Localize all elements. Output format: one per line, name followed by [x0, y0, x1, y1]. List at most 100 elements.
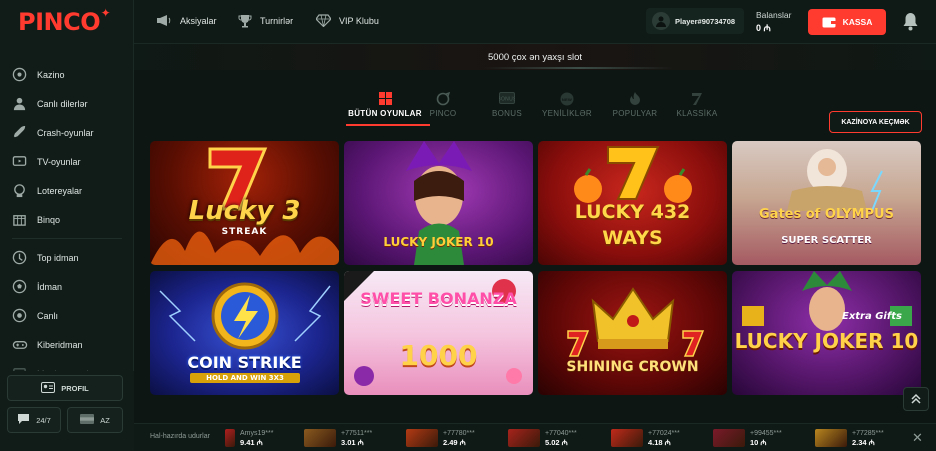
game-artwork — [567, 287, 705, 357]
winner-item[interactable]: +99455*** 10 ₼ — [713, 427, 782, 449]
game-tile-lucky-432-ways[interactable]: LUCKY 432 WAYS — [538, 141, 727, 265]
winner-user: +77285*** — [852, 430, 884, 437]
language-label: AZ — [100, 415, 110, 425]
winner-game-thumb — [508, 429, 540, 447]
sidebar-nav: Kazino Canlı dilerlər Crash-oyunlar TV-o… — [0, 60, 134, 388]
language-button[interactable]: AZ — [67, 407, 123, 433]
tournaments-link[interactable]: Turnirlər — [238, 14, 293, 28]
tab-classic[interactable]: KLASSİKA — [662, 92, 732, 118]
promotions-link[interactable]: Aksiyalar — [156, 14, 217, 27]
winner-amount: 2.49 ₼ — [443, 438, 466, 447]
winner-info: +77024*** 4.18 ₼ — [648, 429, 680, 447]
sidebar-item-bingo[interactable]: Binqo — [0, 205, 134, 234]
avatar — [652, 12, 670, 30]
winner-amount: 3.01 ₼ — [341, 438, 364, 447]
sidebar-item-kazino[interactable]: Kazino — [0, 60, 134, 89]
game-subtitle: WAYS — [602, 227, 663, 249]
tv-icon — [11, 153, 28, 170]
gamepad-icon — [11, 336, 28, 353]
banner-divider — [484, 67, 674, 69]
sidebar-item-tv[interactable]: TV-oyunlar — [0, 147, 134, 176]
game-tile-coin-strike[interactable]: COIN STRIKE HOLD AND WIN 3X3 — [150, 271, 339, 395]
winner-item[interactable]: Amys19*** 9.41 ₼ — [225, 427, 273, 449]
game-tile-lucky-joker-10[interactable]: LUCKY JOKER 10 — [344, 141, 533, 265]
megaphone-icon — [156, 14, 172, 27]
chat-icon — [17, 413, 30, 427]
player-id: Player#90734708 — [675, 16, 736, 26]
tab-bonus[interactable]: BONUS BONUS — [487, 92, 527, 118]
tab-all-games[interactable]: BÜTÜN OYUNLAR — [339, 92, 431, 118]
tab-label: BONUS — [492, 109, 522, 118]
close-icon[interactable]: ✕ — [912, 430, 923, 446]
player-account[interactable]: Player#90734708 — [646, 8, 744, 34]
winner-user: +77511*** — [341, 430, 373, 437]
winner-game-thumb — [225, 429, 235, 447]
sidebar-item-crash[interactable]: Crash-oyunlar — [0, 118, 134, 147]
sidebar-item-top-sport[interactable]: Top idman — [0, 243, 134, 272]
game-title: Gates of OLYMPUS — [759, 207, 894, 222]
winner-info: +77780*** 2.49 ₼ — [443, 429, 475, 447]
game-tile-sweet-bonanza-1000[interactable]: SWEET BONANZA 1000 — [344, 271, 533, 395]
svg-text:BONUS: BONUS — [499, 97, 515, 103]
balance-value: 0 ₼ — [756, 23, 771, 33]
winner-amount: 5.02 ₼ — [545, 438, 568, 447]
sidebar-item-esports[interactable]: Kiberidman — [0, 330, 134, 359]
tab-label: BÜTÜN OYUNLAR — [348, 109, 422, 118]
sidebar-item-label: Canlı — [37, 310, 59, 321]
go-to-casino-button[interactable]: KAZİNOYA KEÇMƏK — [829, 111, 922, 133]
balance-block[interactable]: Balanslar 0 ₼ — [756, 9, 791, 35]
sidebar-item-lottery[interactable]: Lotereyalar — [0, 176, 134, 205]
winner-item[interactable]: +77285*** 2.34 ₼ — [815, 427, 884, 449]
winner-game-thumb — [611, 429, 643, 447]
diamond-icon — [316, 14, 331, 27]
scroll-to-top-button[interactable] — [903, 387, 929, 411]
recent-winners-bar: Hal-hazırda udurlar Amys19*** 9.41 ₼ +775… — [134, 423, 936, 451]
sidebar-item-label: TV-oyunlar — [37, 156, 81, 167]
sidebar: PINCO ✦ Kazino Canlı dilerlər Crash-oyunl… — [0, 0, 134, 451]
game-tile-gates-of-olympus[interactable]: Gates of OLYMPUS SUPER SCATTER — [732, 141, 921, 265]
game-title: LUCKY 432 — [574, 201, 691, 223]
tab-popular[interactable]: POPULYAR — [600, 92, 670, 118]
kassa-label: KASSA — [842, 17, 873, 27]
winner-item[interactable]: +77780*** 2.49 ₼ — [406, 427, 475, 449]
support-button[interactable]: 24/7 — [7, 407, 61, 433]
top-header: Aksiyalar Turnirlər VIP Klubu Player#907… — [134, 0, 936, 44]
game-tile-lucky-joker-10-extra-gifts[interactable]: LUCKY JOKER 10 Extra Gifts — [732, 271, 921, 395]
profile-button[interactable]: PROFIL — [7, 375, 123, 401]
tab-label: KLASSİKA — [676, 109, 718, 118]
game-subtitle: STREAK — [221, 227, 268, 237]
game-tile-shining-crown[interactable]: SHINING CROWN — [538, 271, 727, 395]
sidebar-item-live[interactable]: Canlı — [0, 301, 134, 330]
game-title: LUCKY JOKER 10 — [734, 329, 919, 353]
tab-pinco[interactable]: PINCO — [423, 92, 463, 118]
kassa-button[interactable]: KASSA — [808, 9, 886, 35]
profile-label: PROFIL — [61, 383, 89, 393]
tab-label: PINCO — [429, 109, 457, 118]
winner-amount: 4.18 ₼ — [648, 438, 671, 447]
winner-game-thumb — [304, 429, 336, 447]
sidebar-divider — [12, 238, 122, 239]
winner-item[interactable]: +77511*** 3.01 ₼ — [304, 427, 372, 449]
bell-icon[interactable] — [902, 12, 919, 36]
sidebar-item-label: Lotereyalar — [37, 185, 83, 196]
winner-info: +99455*** 10 ₼ — [750, 429, 782, 447]
sidebar-item-live-dealers[interactable]: Canlı dilerlər — [0, 89, 134, 118]
winner-info: +77511*** 3.01 ₼ — [341, 429, 372, 447]
winner-amount: 9.41 ₼ — [240, 438, 263, 447]
pinco-logo[interactable]: PINCO ✦ — [18, 6, 111, 36]
game-tile-lucky-3-streak[interactable]: Lucky 3 STREAK — [150, 141, 339, 265]
game-title: COIN STRIKE — [187, 353, 302, 372]
tab-new[interactable]: NEW YENİLİKLƏR — [532, 92, 602, 118]
vip-club-link[interactable]: VIP Klubu — [316, 14, 379, 27]
fire-icon — [600, 92, 670, 106]
game-title: Lucky 3 — [188, 196, 301, 226]
winner-item[interactable]: +77040*** 5.02 ₼ — [508, 427, 577, 449]
winner-item[interactable]: +77024*** 4.18 ₼ — [611, 427, 680, 449]
sidebar-item-label: Top idman — [37, 252, 79, 263]
tab-label: YENİLİKLƏR — [542, 109, 592, 118]
game-subtitle: Extra Gifts — [842, 311, 902, 322]
sidebar-item-sport[interactable]: İdman — [0, 272, 134, 301]
lottery-icon — [11, 182, 28, 199]
casino-icon — [11, 66, 28, 83]
banner-text: 5000 çox ən yaxşı slot — [488, 52, 582, 63]
